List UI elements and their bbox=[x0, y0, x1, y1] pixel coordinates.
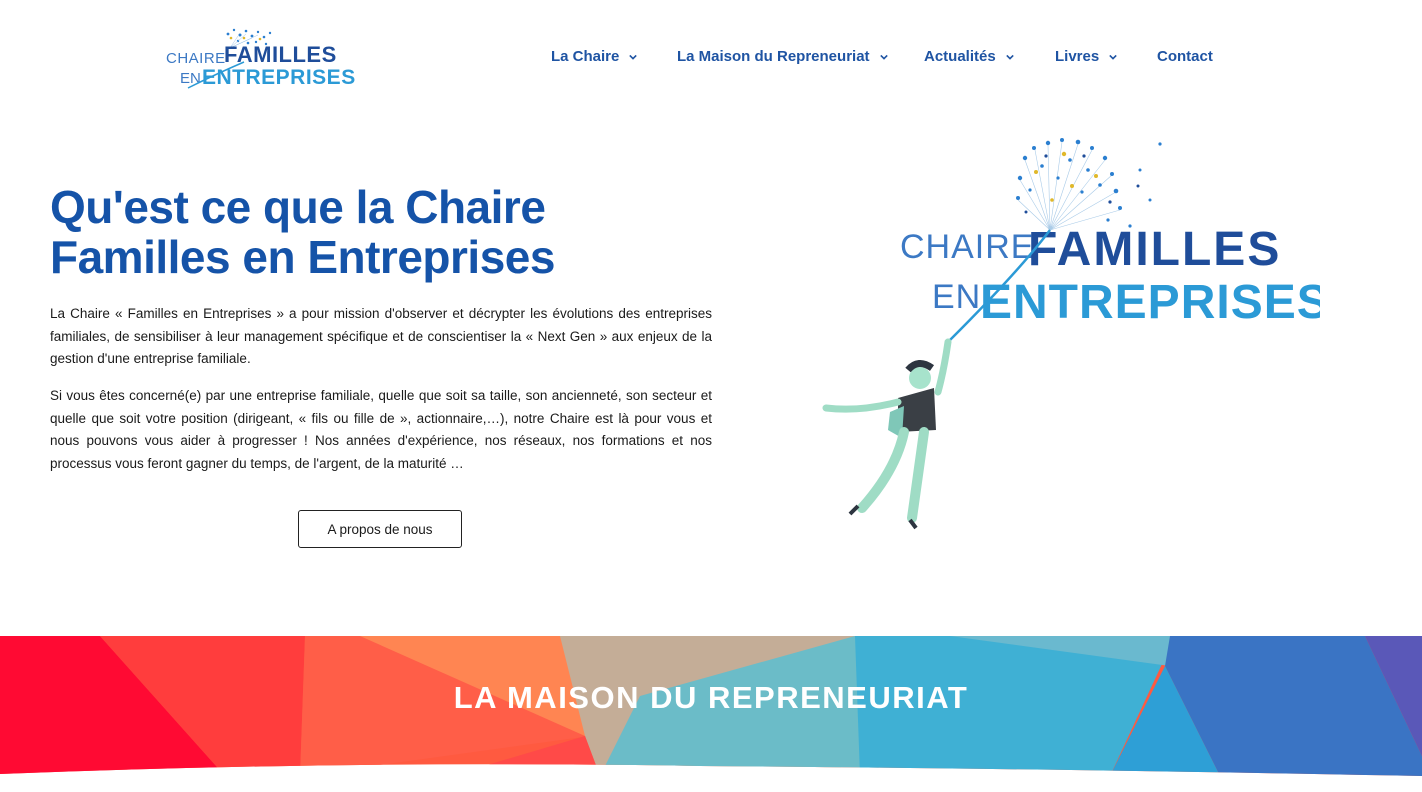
nav-label: La Maison du Repreneuriat bbox=[677, 48, 870, 65]
hero-paragraph-mission: La Chaire « Familles en Entreprises » a … bbox=[50, 306, 712, 366]
chevron-down-icon bbox=[1005, 54, 1014, 60]
illustration-logo-entreprises: ENTREPRISES bbox=[980, 276, 1320, 329]
chevron-down-icon bbox=[879, 54, 888, 60]
illustration-logo-familles: FAMILLES bbox=[1028, 223, 1281, 276]
about-us-button[interactable]: A propos de nous bbox=[298, 510, 462, 548]
hero-paragraph-help: Si vous êtes concerné(e) par une entrepr… bbox=[50, 388, 712, 471]
nav-label: La Chaire bbox=[551, 48, 620, 65]
nav-item-actualites[interactable]: Actualités bbox=[924, 48, 1014, 65]
nav-item-contact[interactable]: Contact bbox=[1157, 48, 1213, 65]
nav-label: Actualités bbox=[924, 48, 996, 65]
nav-label: Contact bbox=[1157, 48, 1213, 65]
repreneuriat-banner: LA MAISON DU REPRENEURIAT bbox=[0, 636, 1422, 776]
illustration-logo-en: EN bbox=[932, 278, 981, 316]
nav-item-la-chaire[interactable]: La Chaire bbox=[551, 48, 638, 65]
nav-item-livres[interactable]: Livres bbox=[1055, 48, 1117, 65]
dandelion-person-illustration: CHAIRE FAMILLES EN ENTREPRISES bbox=[822, 138, 1329, 530]
banner-title: LA MAISON DU REPRENEURIAT bbox=[453, 680, 969, 715]
dandelion-seeds-icon bbox=[1016, 138, 1162, 231]
nav-label: Livres bbox=[1055, 48, 1100, 65]
chevron-down-icon bbox=[629, 54, 638, 60]
person-figure-icon bbox=[822, 338, 952, 530]
hero-illustration: CHAIRE FAMILLES EN ENTREPRISES bbox=[820, 130, 1329, 540]
chevron-down-icon bbox=[1109, 54, 1117, 60]
hero-title: Qu'est ce que la Chaire Familles en Entr… bbox=[50, 181, 555, 283]
nav-item-maison-repreneuriat[interactable]: La Maison du Repreneuriat bbox=[677, 48, 888, 65]
illustration-logo-chaire: CHAIRE bbox=[900, 228, 1034, 266]
main-navigation: La Chaire La Maison du Repreneuriat Actu… bbox=[0, 48, 1422, 70]
